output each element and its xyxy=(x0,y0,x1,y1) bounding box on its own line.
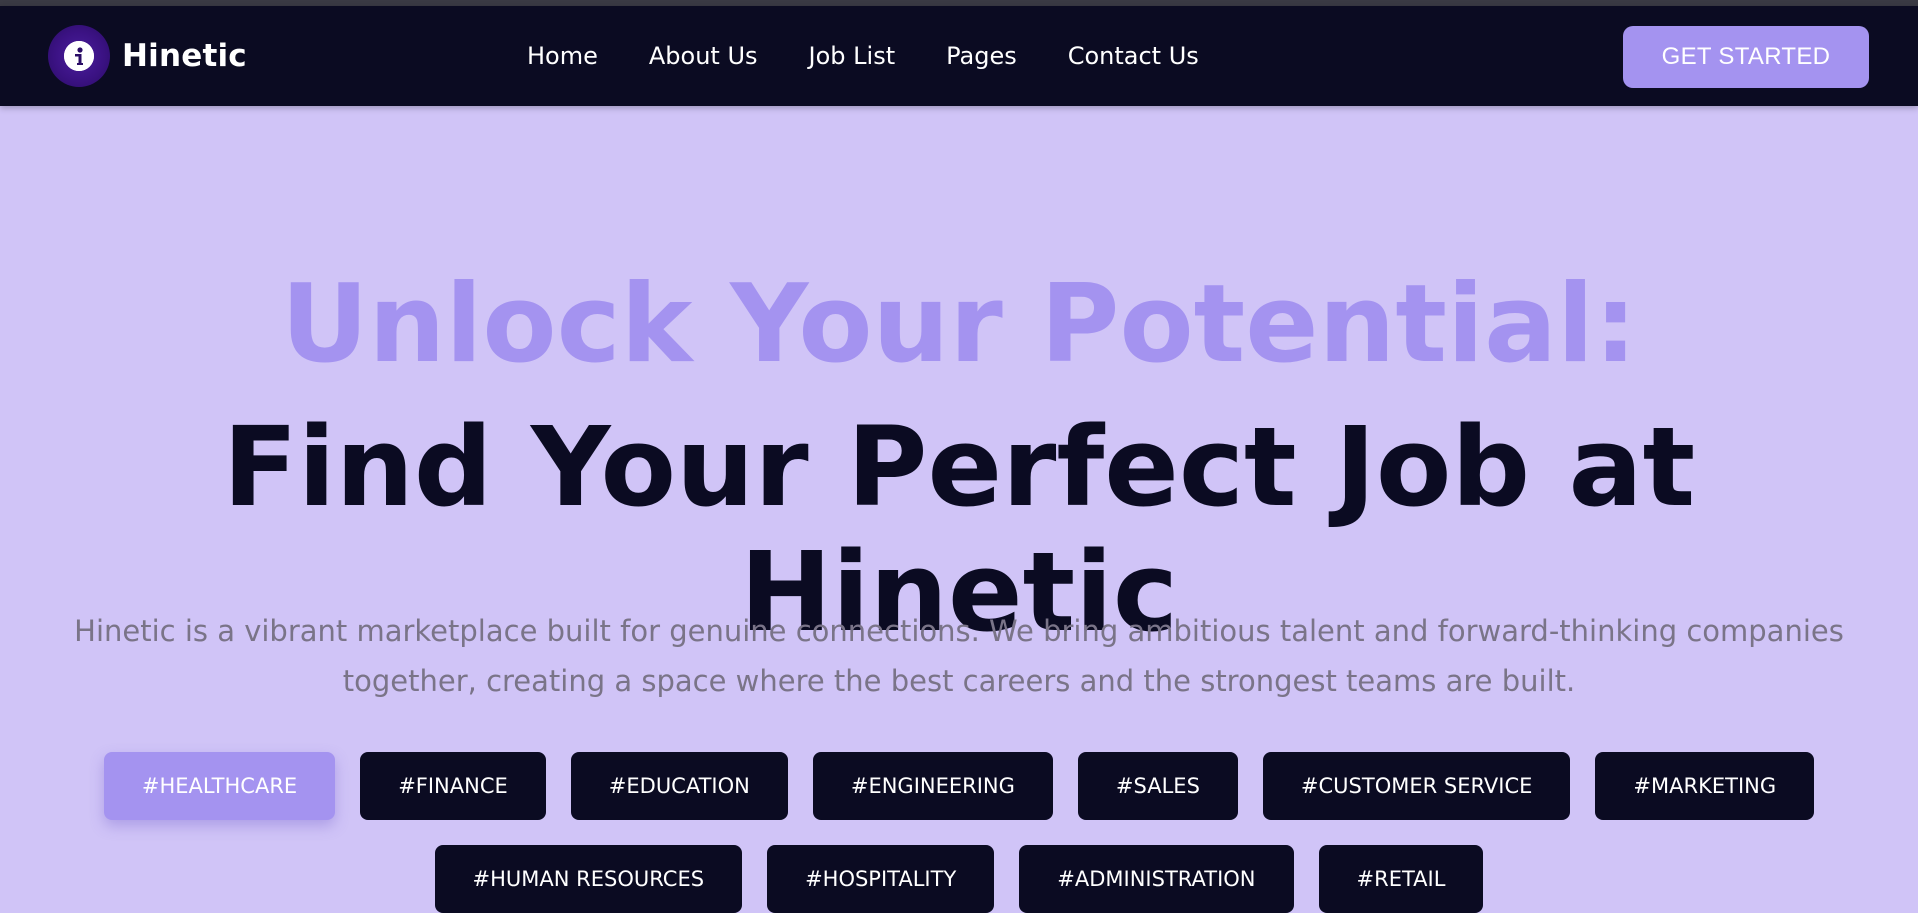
brand-name: Hinetic xyxy=(122,38,247,74)
hero-title-accent: Unlock Your Potential: xyxy=(280,262,1638,387)
tag-customer-service[interactable]: #CUSTOMER SERVICE xyxy=(1262,752,1571,820)
hero-subtitle: Hinetic is a vibrant marketplace built f… xyxy=(74,614,1844,698)
tag-retail[interactable]: #RETAIL xyxy=(1318,845,1484,913)
nav-job-list[interactable]: Job List xyxy=(809,42,896,70)
navbar: Hinetic Home About Us Job List Pages Con… xyxy=(0,6,1918,106)
tag-list-row-2: #HUMAN RESOURCES #HOSPITALITY #ADMINISTR… xyxy=(0,845,1918,913)
nav-pages[interactable]: Pages xyxy=(946,42,1017,70)
main-nav: Home About Us Job List Pages Contact Us xyxy=(527,6,1199,106)
tag-finance[interactable]: #FINANCE xyxy=(360,752,546,820)
get-started-button[interactable]: GET STARTED xyxy=(1623,26,1869,88)
tag-marketing[interactable]: #MARKETING xyxy=(1595,752,1815,820)
brand[interactable]: Hinetic xyxy=(48,25,247,87)
nav-home[interactable]: Home xyxy=(527,42,598,70)
tag-engineering[interactable]: #ENGINEERING xyxy=(812,752,1053,820)
tag-hospitality[interactable]: #HOSPITALITY xyxy=(767,845,995,913)
nav-contact-us[interactable]: Contact Us xyxy=(1068,42,1199,70)
tag-human-resources[interactable]: #HUMAN RESOURCES xyxy=(434,845,743,913)
tag-list-row-1: #HEALTHCARE #FINANCE #EDUCATION #ENGINEE… xyxy=(0,752,1918,820)
tag-administration[interactable]: #ADMINISTRATION xyxy=(1019,845,1294,913)
tag-education[interactable]: #EDUCATION xyxy=(570,752,788,820)
tag-healthcare[interactable]: #HEALTHCARE xyxy=(103,752,336,820)
nav-about-us[interactable]: About Us xyxy=(649,42,758,70)
tag-sales[interactable]: #SALES xyxy=(1077,752,1238,820)
info-circle-icon xyxy=(48,25,110,87)
